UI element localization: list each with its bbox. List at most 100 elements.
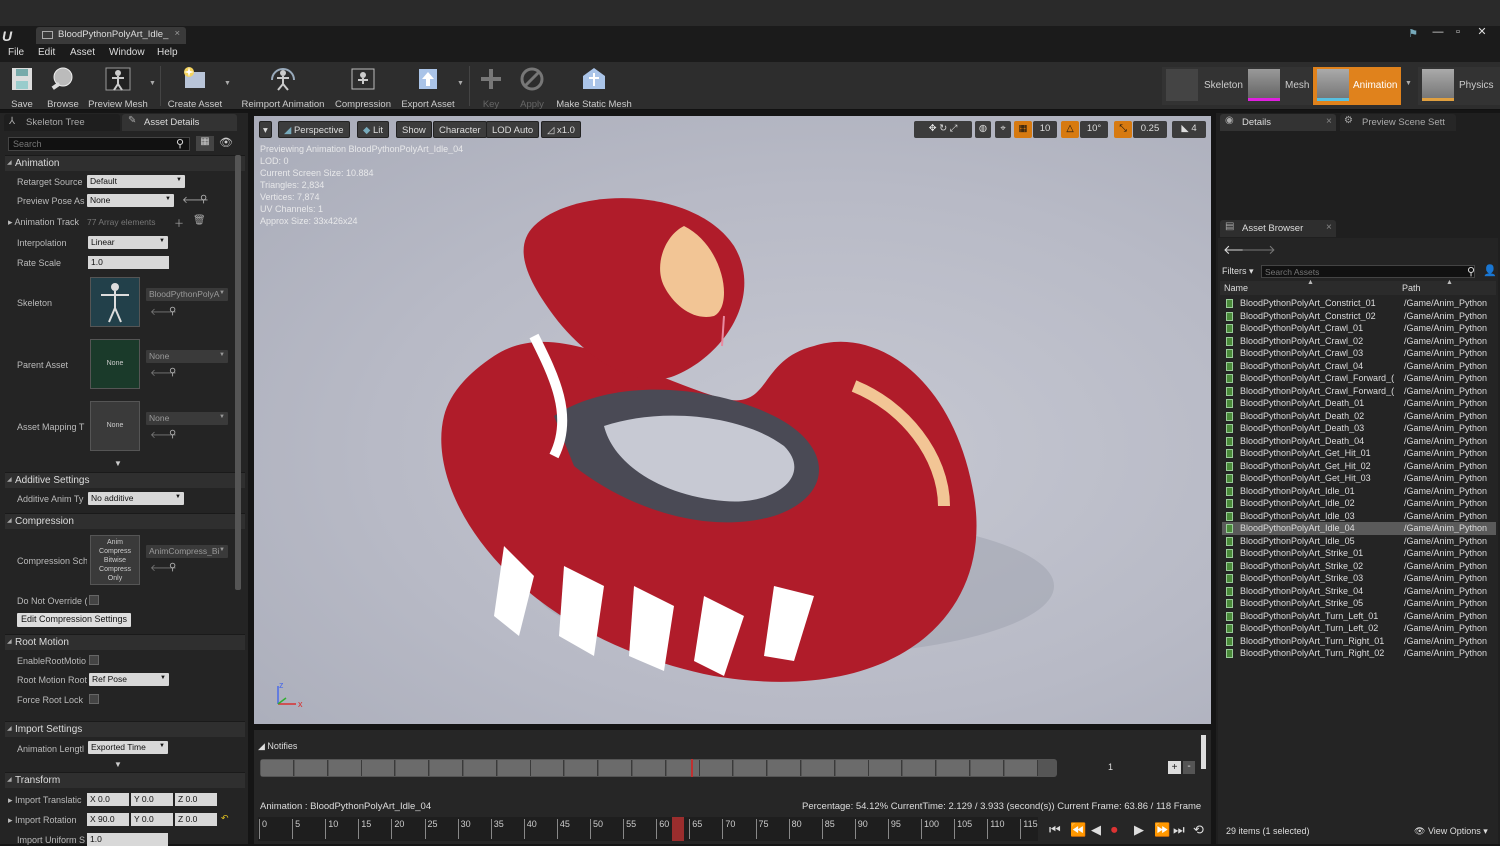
interpolation-combo[interactable]: Linear (88, 236, 168, 249)
menu-edit[interactable]: Edit (38, 47, 55, 58)
rate-scale-input[interactable]: 1.0 (88, 256, 169, 269)
skeleton-browse-icon[interactable]: ⚲ (169, 306, 176, 317)
step-forward-icon[interactable]: ⏩ (1154, 822, 1170, 838)
reimport-animation-button[interactable]: Reimport Animation (238, 64, 328, 110)
surface-snap-icon[interactable]: ⌖ (995, 121, 1011, 138)
translation-x-input[interactable]: X 0.0 (87, 793, 129, 806)
expand-import-icon[interactable]: ▼ (114, 760, 122, 769)
force-root-lock-checkbox[interactable] (89, 694, 99, 704)
notify-track-segment[interactable] (937, 760, 970, 776)
apply-button[interactable]: Apply (514, 64, 550, 110)
close-asset-browser-tab-icon[interactable]: × (1326, 222, 1332, 233)
notify-track-segment[interactable] (430, 760, 463, 776)
asset-list-item[interactable]: BloodPythonPolyArt_Idle_02/Game/Anim_Pyt… (1222, 497, 1496, 510)
notify-track-segment[interactable] (565, 760, 599, 776)
asset-list-item[interactable]: BloodPythonPolyArt_Crawl_02/Game/Anim_Py… (1222, 335, 1496, 348)
asset-list-item[interactable]: BloodPythonPolyArt_Get_Hit_02/Game/Anim_… (1222, 460, 1496, 473)
close-tab-icon[interactable]: × (174, 28, 180, 39)
asset-list-item[interactable]: BloodPythonPolyArt_Constrict_01/Game/Ani… (1222, 297, 1496, 310)
camera-speed[interactable]: ◣ 4 (1172, 121, 1206, 138)
animation-length-combo[interactable]: Exported Time (88, 741, 168, 754)
uniform-scale-input[interactable]: 1.0 (87, 833, 168, 846)
play-reverse-icon[interactable]: ◀ (1091, 822, 1101, 838)
compression-scheme-combo[interactable]: AnimCompress_Bi (146, 545, 228, 558)
close-window-button[interactable]: ✕ (1474, 26, 1490, 38)
additive-anim-type-combo[interactable]: No additive (88, 492, 184, 505)
compression-scheme-thumbnail[interactable]: Anim Compress Bitwise Compress Only (90, 535, 140, 585)
asset-mapping-combo[interactable]: None (146, 412, 228, 425)
do-not-override-checkbox[interactable] (89, 595, 99, 605)
notify-track-segment[interactable] (294, 760, 328, 776)
visibility-eye-icon[interactable]: 👁 (219, 136, 233, 149)
viewport[interactable] (254, 116, 1211, 724)
animation-track-label[interactable]: ▸ Animation Track (8, 217, 88, 228)
tab-asset-details[interactable]: Asset Details (122, 114, 237, 131)
grid-snap-icon[interactable]: ▦ (1014, 121, 1032, 138)
notify-track-segment[interactable] (531, 760, 565, 776)
skip-to-start-icon[interactable]: ⏮ (1049, 822, 1061, 838)
perspective-button[interactable]: ◢ Perspective (278, 121, 350, 138)
compression-button[interactable]: Compression (332, 64, 394, 110)
asset-list-item[interactable]: BloodPythonPolyArt_Crawl_Forward_(/Game/… (1222, 385, 1496, 398)
column-name[interactable]: Name (1224, 283, 1248, 293)
asset-list-item[interactable]: BloodPythonPolyArt_Constrict_02/Game/Ani… (1222, 310, 1496, 323)
show-button[interactable]: Show (396, 121, 432, 138)
tab-details[interactable]: Details (1220, 114, 1336, 131)
asset-list-item[interactable]: BloodPythonPolyArt_Idle_04/Game/Anim_Pyt… (1222, 522, 1496, 535)
loop-icon[interactable]: ⟲ (1193, 822, 1204, 838)
scale-snap-icon[interactable]: ⤡ (1114, 121, 1132, 138)
rotation-snap-icon[interactable]: △ (1061, 121, 1079, 138)
rotation-z-input[interactable]: Z 0.0 (175, 813, 217, 826)
notify-track-segment[interactable] (835, 760, 869, 776)
forward-arrow-icon[interactable]: 🡒 (1241, 242, 1276, 258)
asset-list-item[interactable]: BloodPythonPolyArt_Strike_04/Game/Anim_P… (1222, 585, 1496, 598)
section-import-settings[interactable]: Import Settings (5, 721, 245, 737)
reset-to-default-icon[interactable]: ↶ (221, 813, 229, 824)
document-tab[interactable]: BloodPythonPolyArt_Idle_ × (36, 27, 186, 44)
menu-help[interactable]: Help (157, 47, 178, 58)
asset-mapping-thumbnail[interactable]: None (90, 401, 140, 451)
step-back-icon[interactable]: ⏪ (1070, 822, 1086, 838)
notifies-header[interactable]: ◢ Notifies (258, 741, 297, 752)
asset-list-item[interactable]: BloodPythonPolyArt_Turn_Left_02/Game/Ani… (1222, 622, 1496, 635)
asset-list-item[interactable]: BloodPythonPolyArt_Idle_03/Game/Anim_Pyt… (1222, 510, 1496, 523)
grid-view-icon[interactable]: ▦ (196, 136, 214, 151)
notify-track-segment[interactable] (869, 760, 903, 776)
notify-track-segment[interactable] (666, 760, 700, 776)
menu-window[interactable]: Window (109, 47, 145, 58)
mode-animation[interactable]: Animation (1313, 67, 1401, 105)
asset-list-item[interactable]: BloodPythonPolyArt_Idle_05/Game/Anim_Pyt… (1222, 535, 1496, 548)
menu-file[interactable]: File (8, 47, 24, 58)
section-transform[interactable]: Transform (5, 772, 245, 788)
enable-root-motion-checkbox[interactable] (89, 655, 99, 665)
mode-skeleton[interactable]: Skeleton (1162, 67, 1244, 105)
asset-search-input[interactable] (1261, 265, 1475, 278)
asset-list-item[interactable]: BloodPythonPolyArt_Crawl_Forward_(/Game/… (1222, 372, 1496, 385)
translation-y-input[interactable]: Y 0.0 (131, 793, 173, 806)
asset-list-item[interactable]: BloodPythonPolyArt_Death_02/Game/Anim_Py… (1222, 410, 1496, 423)
tab-skeleton-tree[interactable]: Skeleton Tree (4, 114, 120, 131)
notify-track-segment[interactable] (700, 760, 734, 776)
asset-list-item[interactable]: BloodPythonPolyArt_Strike_02/Game/Anim_P… (1222, 560, 1496, 573)
remove-track-button[interactable]: - (1183, 761, 1195, 774)
maximize-button[interactable]: ▫ (1450, 26, 1466, 38)
parent-browse-icon[interactable]: ⚲ (169, 367, 176, 378)
tab-preview-scene-settings[interactable]: Preview Scene Sett (1340, 114, 1456, 131)
translation-z-input[interactable]: Z 0.0 (175, 793, 217, 806)
timeline-scrollbar[interactable] (1201, 735, 1206, 769)
notify-track-segment[interactable] (903, 760, 937, 776)
asset-list-item[interactable]: BloodPythonPolyArt_Strike_05/Game/Anim_P… (1222, 597, 1496, 610)
close-details-tab-icon[interactable]: × (1326, 116, 1332, 127)
record-icon[interactable]: ⏺ (1111, 822, 1118, 838)
column-path[interactable]: Path (1402, 283, 1421, 293)
section-compression[interactable]: Compression (5, 513, 245, 529)
notify-track-segment[interactable] (970, 760, 1004, 776)
mode-physics[interactable]: Physics (1418, 67, 1500, 105)
preview-mesh-button[interactable]: Preview Mesh (86, 64, 150, 110)
feedback-icon[interactable]: ⚑ (1405, 28, 1421, 40)
lod-button[interactable]: LOD Auto (486, 121, 540, 138)
skeleton-combo[interactable]: BloodPythonPolyA (146, 288, 228, 301)
rotation-y-input[interactable]: Y 0.0 (131, 813, 173, 826)
notify-track-segment[interactable] (463, 760, 497, 776)
asset-list-item[interactable]: BloodPythonPolyArt_Turn_Right_02/Game/An… (1222, 647, 1496, 660)
